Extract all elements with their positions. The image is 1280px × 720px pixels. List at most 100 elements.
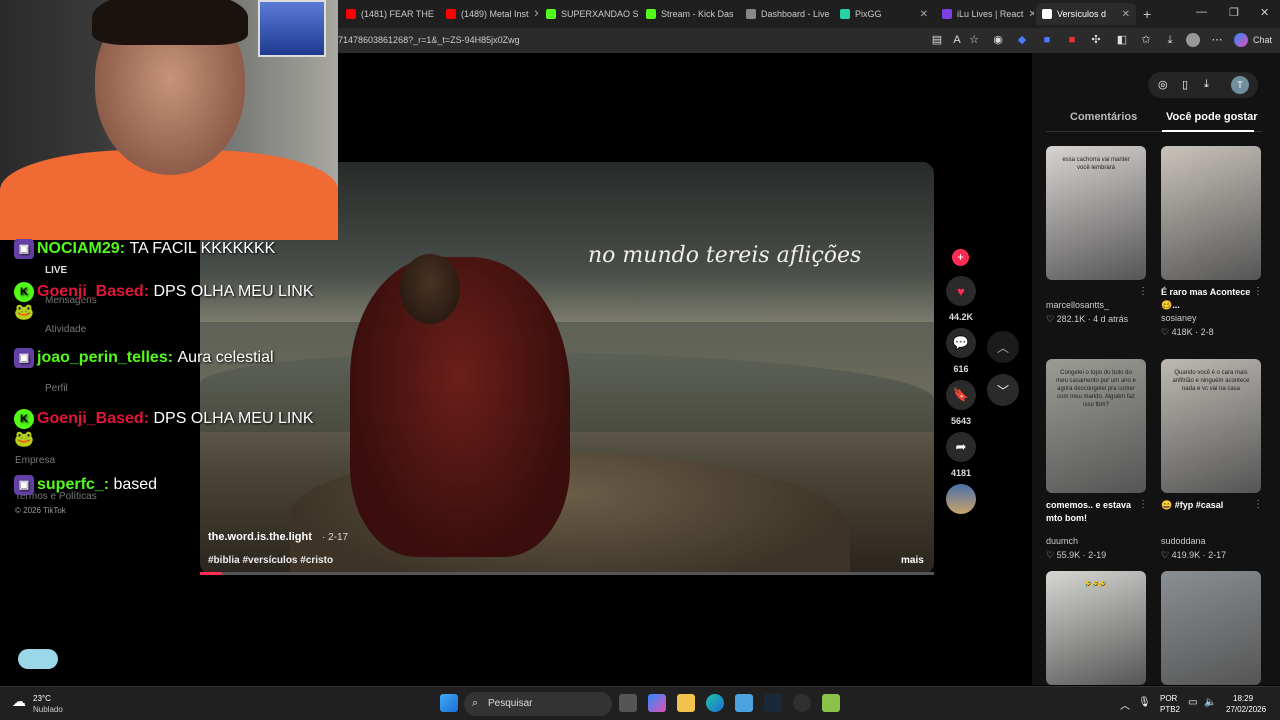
live-widget-button[interactable] [18, 649, 58, 669]
chat-label[interactable]: Chat [1253, 35, 1272, 45]
suggested-video-user[interactable]: marcellosantts_ [1046, 300, 1109, 310]
windows-start-icon[interactable] [440, 694, 458, 712]
file-explorer-icon[interactable] [677, 694, 695, 712]
suggested-video-thumbnail[interactable]: 🤣🤣🤣 [1046, 571, 1146, 685]
new-tab-button[interactable]: + [1143, 6, 1151, 22]
copilot-icon[interactable] [648, 694, 666, 712]
suggested-video-thumbnail[interactable]: Congelei o topo do bolo do meu casamento… [1046, 359, 1146, 493]
suggested-video-title[interactable]: comemos.. e estava mto bom! [1046, 499, 1144, 525]
tab-close-icon[interactable]: ✕ [920, 9, 928, 20]
browser-tab[interactable]: SUPERXANDAO S✕ [540, 3, 638, 25]
clock-date[interactable]: 27/02/2026 [1226, 705, 1266, 714]
maximize-button[interactable]: ❐ [1229, 6, 1239, 19]
more-options-icon[interactable]: ⋮ [1138, 286, 1148, 297]
extension-icon[interactable]: ■ [1065, 33, 1079, 47]
chat-username[interactable]: Goenji_Based: [37, 283, 149, 300]
download-icon[interactable]: ⤓ [1204, 78, 1209, 91]
app-icon[interactable] [822, 694, 840, 712]
suggested-video-thumbnail[interactable] [1161, 146, 1261, 280]
browser-tab[interactable]: Stream - Kick Das✕ [640, 3, 738, 25]
translate-icon[interactable]: A [950, 33, 964, 47]
favorite-star-icon[interactable]: ☆ [967, 33, 981, 47]
mic-icon[interactable]: 🎙 [1138, 697, 1151, 708]
suggested-video-thumbnail[interactable]: essa cachorra vai manter você lembrará [1046, 146, 1146, 280]
previous-video-button[interactable]: ︿ [987, 331, 1019, 363]
tab-close-icon[interactable]: ✕ [1122, 9, 1130, 20]
suggested-video-user[interactable]: duumch [1046, 536, 1078, 546]
video-progress-bar[interactable] [200, 572, 934, 575]
suggested-video-user[interactable]: sosianey [1161, 313, 1197, 323]
tab-label: Versículos d [1057, 9, 1107, 19]
minimize-button[interactable]: — [1196, 6, 1207, 18]
video-author[interactable]: the.word.is.the.light [208, 531, 312, 543]
photos-icon[interactable] [735, 694, 753, 712]
download-icon[interactable]: ⤓ [1163, 33, 1177, 47]
sidebar-item-company[interactable]: Empresa [15, 455, 55, 466]
like-button[interactable]: ♥ [946, 276, 976, 306]
chat-username[interactable]: joao_perin_telles: [37, 349, 173, 366]
clock-time[interactable]: 18:29 [1233, 694, 1253, 703]
browser-tab[interactable]: PixGG ✕ [834, 3, 934, 25]
next-video-button[interactable]: ﹀ [987, 374, 1019, 406]
share-button[interactable]: ➦ [946, 432, 976, 462]
lang-line2[interactable]: PTB2 [1160, 705, 1180, 714]
weather-desc[interactable]: Nublado [33, 705, 63, 714]
follow-plus-button[interactable]: + [952, 249, 969, 266]
steam-icon[interactable] [764, 694, 782, 712]
phone-icon[interactable]: ▯ [1182, 78, 1188, 91]
tab-close-icon[interactable]: ✕ [534, 9, 538, 20]
url-field[interactable]: 7147860386126​8?_r=1&_t=ZS-94H85jx0Zwg [338, 31, 978, 50]
tab-comments[interactable]: Comentários [1070, 111, 1137, 123]
extension-icon[interactable]: ◉ [991, 33, 1005, 47]
chat-username[interactable]: Goenji_Based: [37, 410, 149, 427]
extension-icon[interactable]: ■ [1040, 33, 1054, 47]
browser-tab[interactable]: (1481) FEAR THE✕ [340, 3, 438, 25]
edge-icon[interactable] [706, 694, 724, 712]
lang-line1[interactable]: POR [1160, 694, 1177, 703]
tab-suggested[interactable]: Você pode gostar [1166, 111, 1257, 123]
more-options-icon[interactable]: ⋮ [1253, 499, 1263, 510]
task-view-icon[interactable] [619, 694, 637, 712]
video-more-link[interactable]: mais [901, 555, 924, 566]
chat-username[interactable]: NOCIAM29: [37, 240, 125, 257]
sound-disc[interactable] [946, 484, 976, 514]
suggested-video-thumbnail[interactable]: Quando você é o cara mais anfitrião e ni… [1161, 359, 1261, 493]
browser-tab[interactable]: (1489) Metal Inst ✕ [440, 3, 538, 25]
profile-avatar-icon[interactable] [1186, 33, 1200, 47]
sidebar-item-live[interactable]: LIVE [45, 265, 67, 276]
compass-icon[interactable]: ◎ [1158, 78, 1168, 91]
tray-chevron-icon[interactable]: ︿ [1120, 697, 1130, 712]
weather-temp[interactable]: 23°C [33, 694, 51, 703]
more-options-icon[interactable]: ⋮ [1253, 286, 1263, 297]
close-window-button[interactable]: ✕ [1260, 6, 1269, 19]
video-hashtags[interactable]: #biblia #versículos #cristo [208, 555, 333, 566]
browser-tab[interactable]: Dashboard - Live✕ [740, 3, 832, 25]
browser-tab[interactable]: iLu Lives | React ✕ [936, 3, 1034, 25]
volume-icon[interactable]: 🔈 [1204, 697, 1216, 708]
browser-tab[interactable]: Versículos d ✕ [1036, 3, 1136, 25]
puzzle-icon[interactable]: ✣ [1089, 33, 1103, 47]
suggested-video-title[interactable]: 😄 #fyp #casal [1161, 499, 1259, 512]
tab-label: Dashboard - Live [761, 9, 830, 19]
split-screen-icon[interactable]: ◧ [1115, 33, 1129, 47]
obs-icon[interactable] [793, 694, 811, 712]
reader-icon[interactable]: ▤ [930, 33, 944, 47]
favorites-icon[interactable]: ✩ [1139, 33, 1153, 47]
copilot-icon[interactable] [1234, 33, 1248, 47]
user-avatar[interactable]: T [1231, 76, 1249, 94]
more-menu-icon[interactable]: ⋯ [1210, 33, 1224, 47]
taskbar-search[interactable]: Pesquisar [464, 692, 612, 716]
shield-icon[interactable]: ◆ [1015, 33, 1029, 47]
network-icon[interactable]: ▭ [1188, 697, 1197, 708]
suggested-video-thumbnail[interactable] [1161, 571, 1261, 685]
more-options-icon[interactable]: ⋮ [1138, 499, 1148, 510]
suggested-video-user[interactable]: sudoddana [1161, 536, 1206, 546]
suggested-video-title[interactable]: É raro mas Acontece 🥴... [1161, 286, 1259, 312]
save-button[interactable]: 🔖 [946, 380, 976, 410]
sidebar-item-profile[interactable]: Perfil [45, 383, 68, 394]
weather-icon[interactable]: ☁ [12, 693, 26, 710]
tab-close-icon[interactable]: ✕ [1028, 9, 1034, 20]
comment-button[interactable]: 💬 [946, 328, 976, 358]
chat-username[interactable]: superfc_: [37, 476, 109, 493]
sidebar-item-activity[interactable]: Atividade [45, 324, 86, 335]
